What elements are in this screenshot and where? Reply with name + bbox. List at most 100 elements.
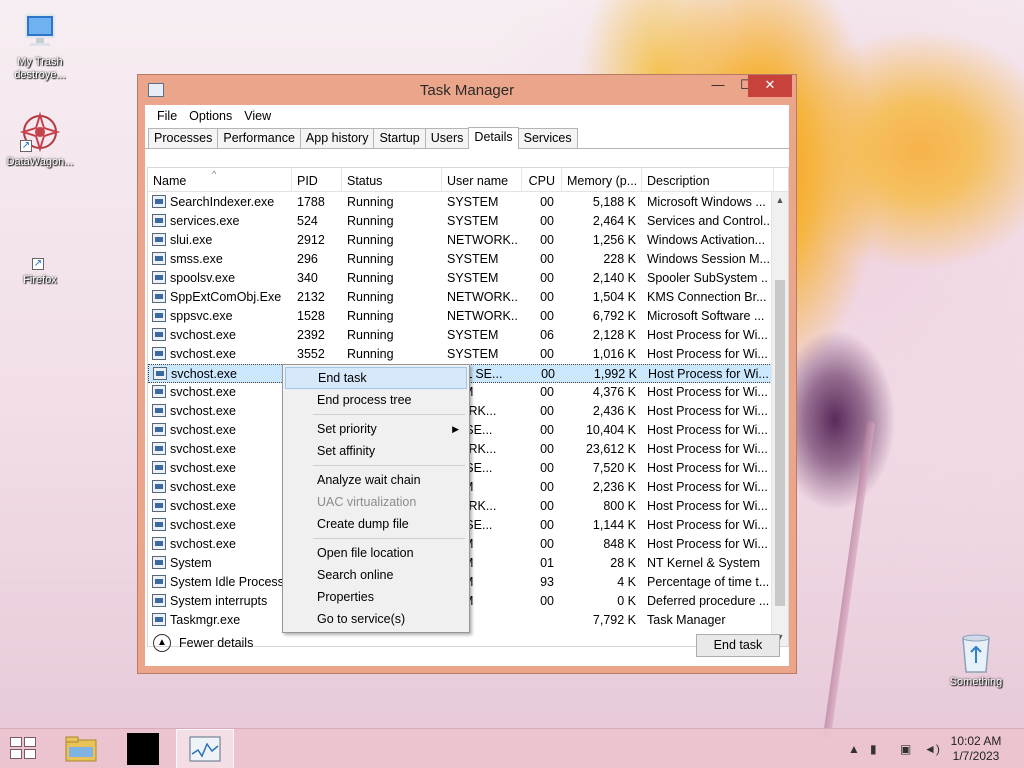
scroll-up-arrow-icon[interactable]: ▲ <box>772 192 788 209</box>
table-row[interactable]: svchost.exe 3552 Running SYSTEM 00 1,016 K Hos… <box>148 345 774 364</box>
cell-memory: 4 K <box>617 575 636 589</box>
column-header-pid[interactable]: PID <box>292 168 342 192</box>
minimize-button[interactable]: — <box>704 75 732 97</box>
cell-status: Running <box>347 252 394 266</box>
tab-users[interactable]: Users <box>424 128 470 148</box>
tab-startup[interactable]: Startup <box>373 128 426 148</box>
cell-pid: 296 <box>297 252 318 266</box>
desktop-icon-my-trash[interactable]: My Trash destroye... <box>0 10 80 82</box>
menu-item-open-file-location[interactable]: Open file location <box>285 542 467 564</box>
menu-item-analyze-wait-chain[interactable]: Analyze wait chain <box>285 469 467 491</box>
cell-memory: 1,144 K <box>592 518 636 532</box>
computer-icon <box>18 10 62 54</box>
cell-memory: 2,236 K <box>592 480 636 494</box>
cell-desc: Spooler SubSystem ... <box>647 271 769 285</box>
table-row[interactable]: SppExtComObj.Exe 2132 Running NETWORK... 00 1… <box>148 288 774 307</box>
menu-item-search-online[interactable]: Search online <box>285 564 467 586</box>
cell-memory: 5,188 K <box>592 195 636 209</box>
end-task-button[interactable]: End task <box>696 634 780 657</box>
cell-name: sppsvc.exe <box>170 309 233 323</box>
cell-cpu: 00 <box>540 499 554 513</box>
cell-name: System interrupts <box>170 594 268 608</box>
cell-desc: Host Process for Wi... <box>647 385 768 399</box>
cell-memory: 848 K <box>603 537 636 551</box>
menu-item-label: End task <box>318 371 367 385</box>
cell-name: SppExtComObj.Exe <box>170 290 282 304</box>
cell-name: svchost.exe <box>170 537 237 551</box>
menu-item-end-task[interactable]: End task <box>285 367 467 389</box>
desktop-icon-datawagon[interactable]: ↗ DataWagon... <box>0 110 80 169</box>
tab-app-history[interactable]: App history <box>299 128 375 148</box>
scrollbar-thumb[interactable] <box>775 280 785 606</box>
column-header-status[interactable]: Status <box>342 168 442 192</box>
menu-item-properties[interactable]: Properties <box>285 586 467 608</box>
cell-name: svchost.exe <box>170 385 237 399</box>
desktop-icon-recycle-bin[interactable]: Something <box>936 630 1016 689</box>
cell-cpu: 00 <box>540 290 554 304</box>
cell-status: Running <box>347 195 394 209</box>
process-icon <box>152 499 166 512</box>
process-icon <box>152 347 166 360</box>
vertical-scrollbar[interactable]: ▲ ▼ <box>771 192 788 646</box>
table-row[interactable]: slui.exe 2912 Running NETWORK... 00 1,256 K Wi… <box>148 231 774 250</box>
column-header-name[interactable]: ^ Name <box>148 168 292 192</box>
cell-memory: 2,436 K <box>592 404 636 418</box>
column-header-memory[interactable]: Memory (p... <box>562 168 642 192</box>
cell-memory: 28 K <box>610 556 636 570</box>
table-row[interactable]: sppsvc.exe 1528 Running NETWORK... 00 6,792 K… <box>148 307 774 326</box>
cell-memory: 2,128 K <box>592 328 636 342</box>
cell-desc: KMS Connection Br... <box>647 290 767 304</box>
volume-icon[interactable]: ◄) <box>924 742 940 756</box>
tab-services[interactable]: Services <box>517 128 578 148</box>
cell-desc: Host Process for Wi... <box>647 347 768 361</box>
recycle-bin-icon <box>954 630 998 674</box>
tab-details[interactable]: Details <box>468 127 519 149</box>
menu-item-go-to-service-s[interactable]: Go to service(s) <box>285 608 467 630</box>
cell-user: NETWORK... <box>447 233 519 247</box>
column-header-description[interactable]: Description <box>642 168 774 192</box>
firefox-shortcut-icon: ↗ <box>18 240 62 284</box>
console-icon[interactable] <box>114 729 172 768</box>
menu-view[interactable]: View <box>238 109 277 123</box>
cell-name: svchost.exe <box>170 404 237 418</box>
cell-memory: 2,140 K <box>592 271 636 285</box>
cell-cpu: 00 <box>540 404 554 418</box>
fewer-details-link[interactable]: ▲ Fewer details <box>153 634 253 652</box>
action-center-flag-icon[interactable]: ▮ <box>870 742 877 756</box>
close-button[interactable]: ✕ <box>748 75 792 97</box>
menu-item-end-process-tree[interactable]: End process tree <box>285 389 467 411</box>
cell-user: SYSTEM <box>447 252 499 266</box>
cell-desc: Windows Activation... <box>647 233 766 247</box>
wallpaper-flower-stem <box>822 421 876 739</box>
file-explorer-icon[interactable] <box>52 729 110 768</box>
desktop-icon-firefox[interactable]: ↗ Firefox <box>0 240 80 287</box>
tab-processes[interactable]: Processes <box>148 128 219 148</box>
cell-name: svchost.exe <box>171 367 238 381</box>
start-icon[interactable] <box>10 737 38 761</box>
network-icon[interactable]: ▣ <box>900 742 911 756</box>
clock[interactable]: 10:02 AM 1/7/2023 <box>946 734 1006 764</box>
table-row[interactable]: SearchIndexer.exe 1788 Running SYSTEM 00 5,18… <box>148 193 774 212</box>
cell-cpu: 00 <box>540 442 554 456</box>
table-row[interactable]: spoolsv.exe 340 Running SYSTEM 00 2,140 K Spoo… <box>148 269 774 288</box>
cell-cpu: 00 <box>540 461 554 475</box>
cell-user: SYSTEM <box>447 214 499 228</box>
column-header-cpu[interactable]: CPU <box>522 168 562 192</box>
show-hidden-icons-icon[interactable]: ▲ <box>848 742 860 756</box>
menu-item-set-affinity[interactable]: Set affinity <box>285 440 467 462</box>
column-header-user-name[interactable]: User name <box>442 168 522 192</box>
cell-cpu: 00 <box>540 214 554 228</box>
title-bar[interactable]: Task Manager — ☐ ✕ <box>138 75 796 105</box>
cell-pid: 340 <box>297 271 318 285</box>
table-row[interactable]: svchost.exe 2392 Running SYSTEM 06 2,128 K Hos… <box>148 326 774 345</box>
cell-cpu: 00 <box>540 423 554 437</box>
menu-item-set-priority[interactable]: Set priority ▶ <box>285 418 467 440</box>
tab-performance[interactable]: Performance <box>217 128 301 148</box>
table-row[interactable]: services.exe 524 Running SYSTEM 00 2,464 K Ser… <box>148 212 774 231</box>
menu-item-create-dump-file[interactable]: Create dump file <box>285 513 467 535</box>
task-manager-icon[interactable] <box>176 729 234 768</box>
menu-file[interactable]: File <box>151 109 183 123</box>
menu-options[interactable]: Options <box>183 109 238 123</box>
table-row[interactable]: smss.exe 296 Running SYSTEM 00 228 K Windows S… <box>148 250 774 269</box>
cell-name: svchost.exe <box>170 442 237 456</box>
